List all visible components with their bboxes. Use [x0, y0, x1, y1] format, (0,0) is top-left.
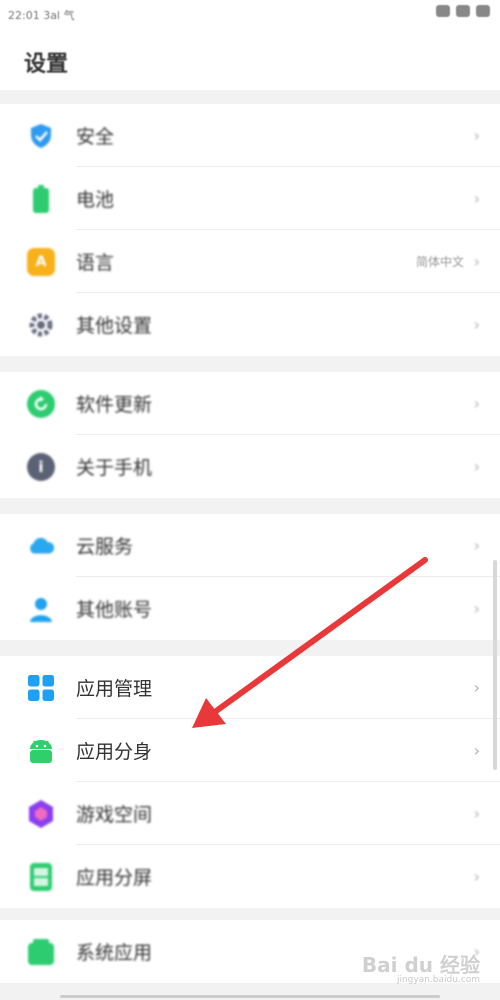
home-indicator: [60, 995, 440, 998]
watermark-text: Bai du 经验: [361, 953, 480, 977]
watermark-subtext: jingyan.baidu.com: [396, 975, 480, 985]
annotation-arrow: [192, 557, 428, 728]
watermark-logo: Bai du 经验 jingyan.baidu.com: [361, 949, 480, 985]
